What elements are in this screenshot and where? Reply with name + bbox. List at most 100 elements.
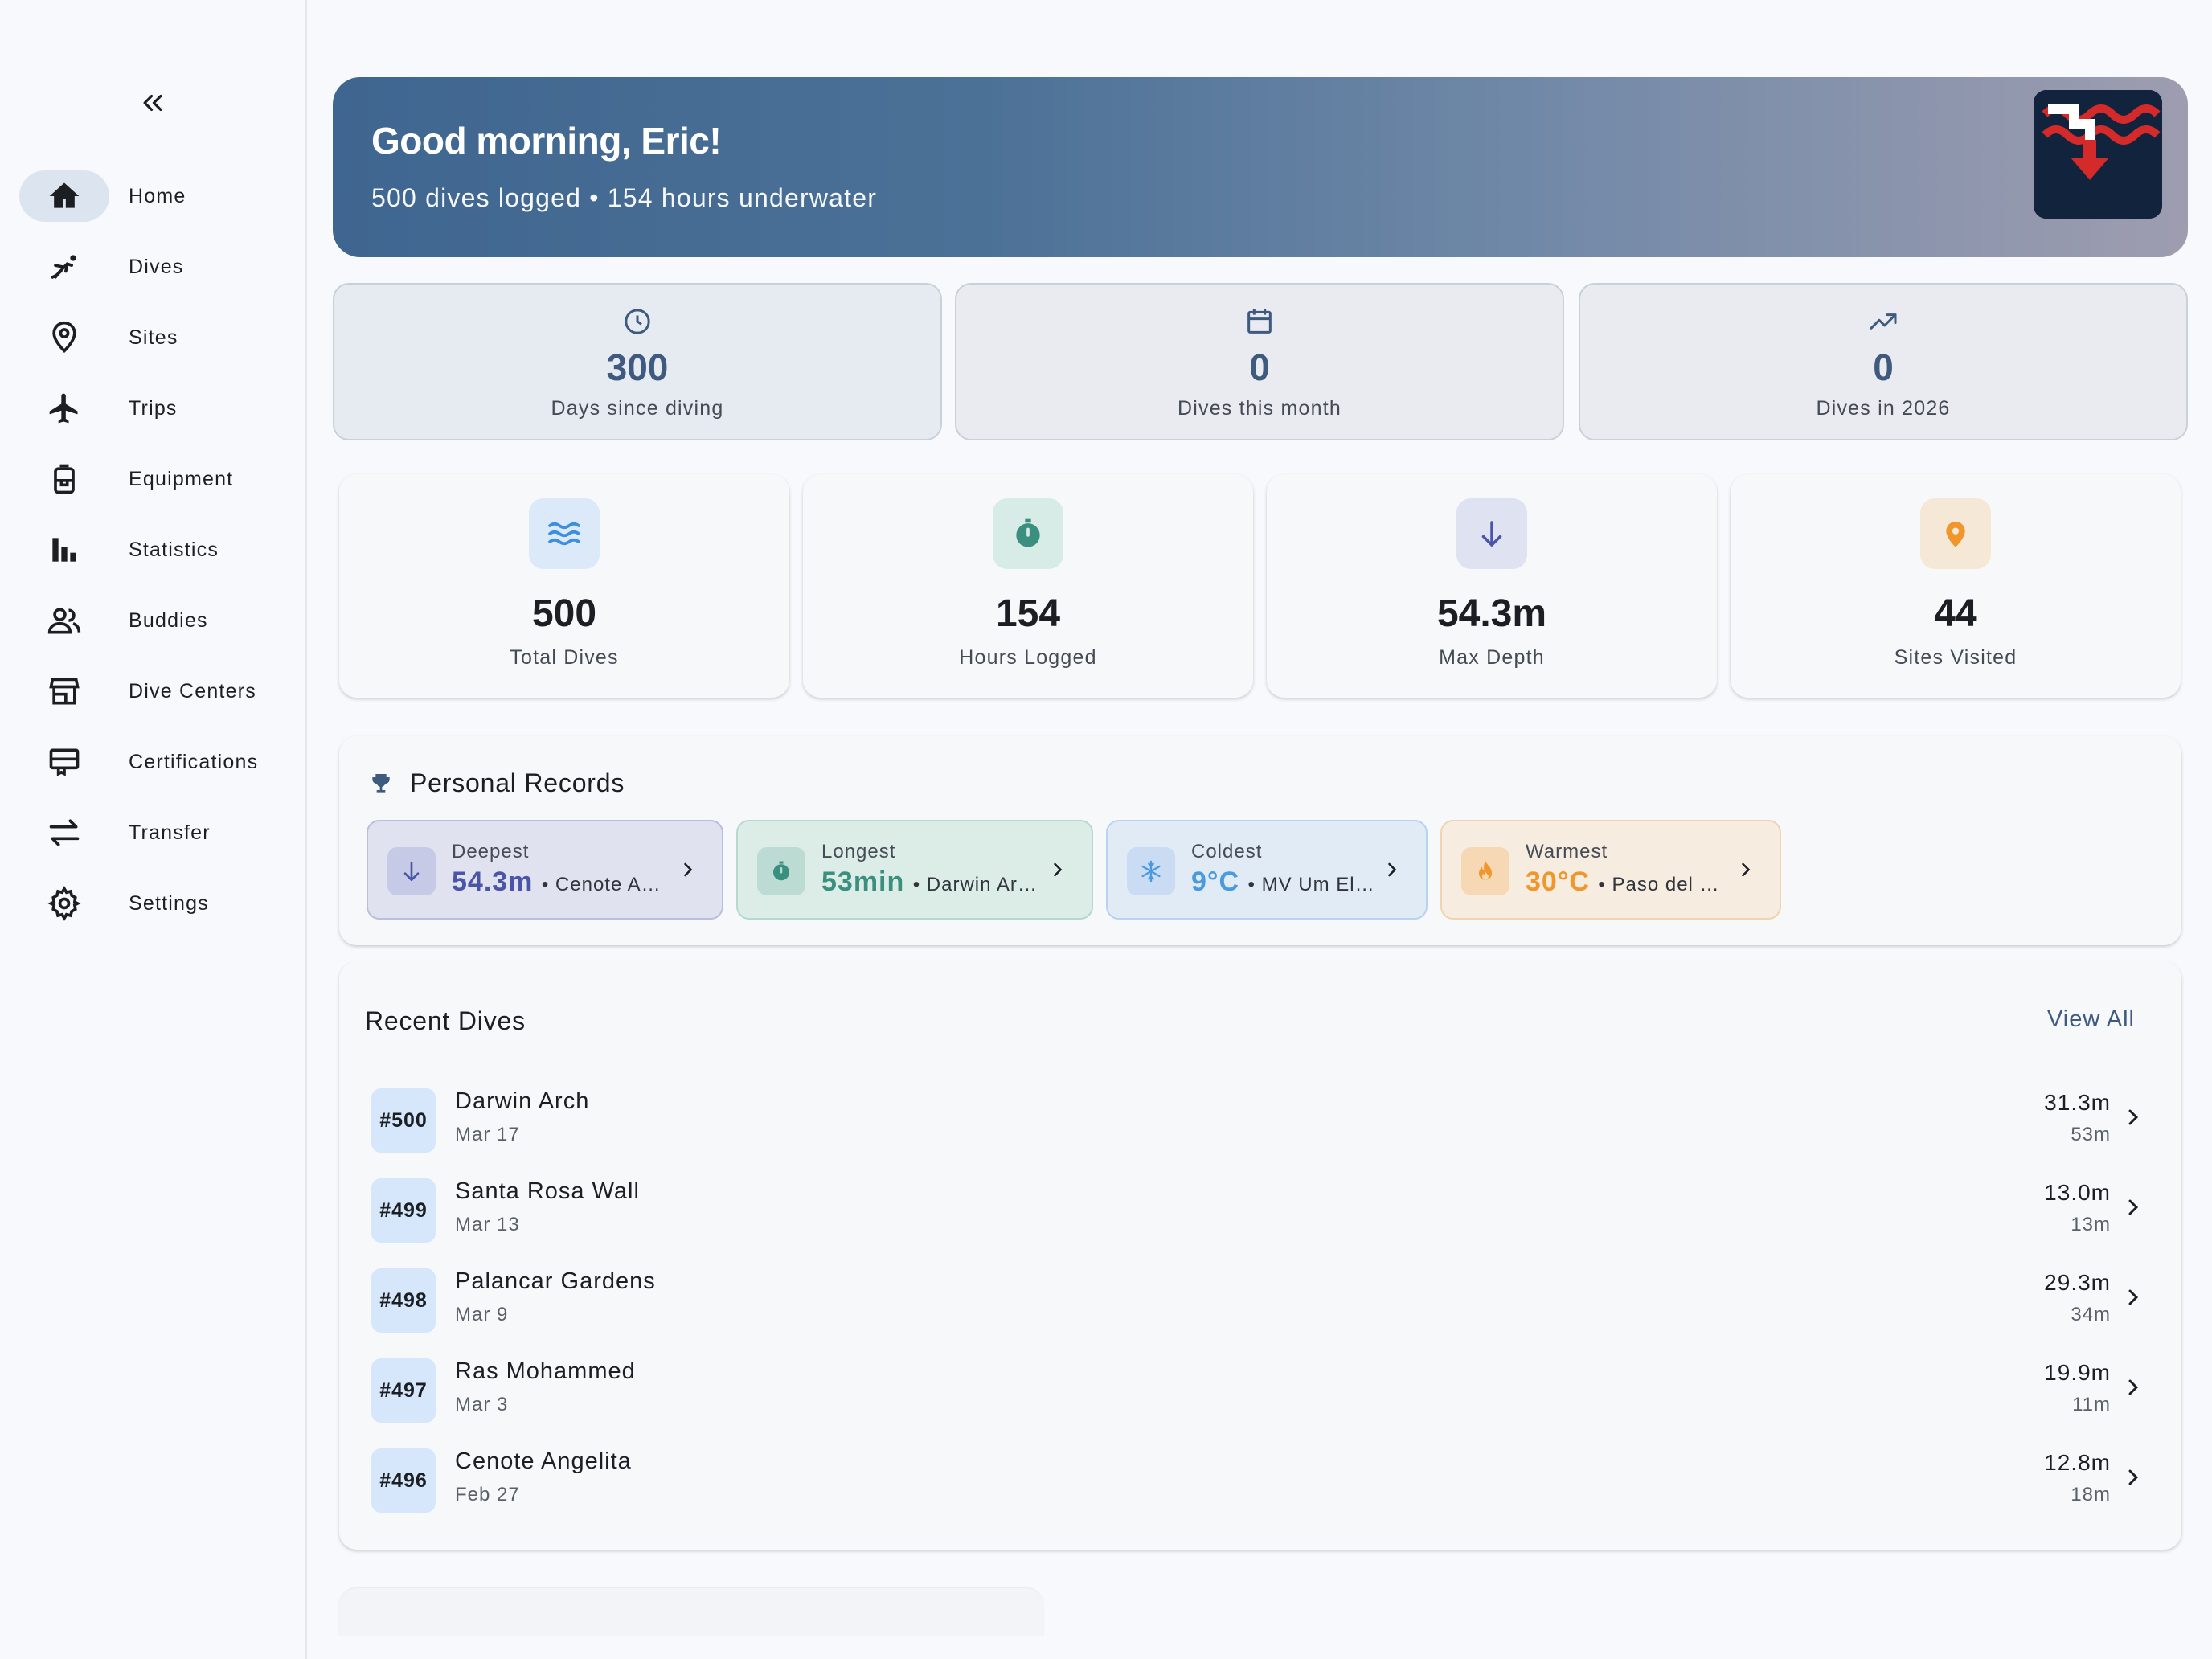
stat-card-days-since: 300 Days since diving bbox=[333, 283, 942, 440]
chevron-right-icon bbox=[1054, 862, 1063, 877]
kpi-value: 154 bbox=[995, 592, 1061, 635]
trending-up-icon bbox=[1870, 313, 1897, 330]
record-site: • MV Um El… bbox=[1247, 874, 1375, 895]
sidebar: Home Dives Sites Trips Equipment Statist… bbox=[0, 0, 307, 1659]
dive-number-badge: #500 bbox=[371, 1088, 436, 1153]
double-chevron-left-icon bbox=[143, 94, 162, 112]
personal-records-card: Personal Records Deepest 54.3m • Cenote … bbox=[339, 736, 2181, 945]
clock-icon bbox=[625, 309, 650, 334]
chevron-right-icon bbox=[1742, 862, 1751, 877]
kpi-sites-visited[interactable]: 44 Sites Visited bbox=[1731, 474, 2181, 698]
dive-duration: 34m bbox=[2071, 1304, 2111, 1325]
dive-duration: 18m bbox=[2071, 1484, 2111, 1505]
collapse-sidebar-button[interactable] bbox=[130, 85, 175, 121]
dive-duration: 13m bbox=[2071, 1214, 2111, 1235]
record-value-line: 53min • Darwin Ar… bbox=[821, 866, 1038, 898]
sidebar-item-equipment[interactable]: Equipment bbox=[0, 444, 305, 514]
stat-label: Dives this month bbox=[1178, 397, 1342, 420]
dive-date: Mar 9 bbox=[455, 1304, 509, 1325]
record-deepest[interactable]: Deepest 54.3m • Cenote A… bbox=[367, 820, 723, 920]
record-coldest[interactable]: Coldest 9°C • MV Um El… bbox=[1106, 820, 1428, 920]
record-value: 54.3m bbox=[452, 866, 534, 897]
swap-icon bbox=[19, 807, 109, 858]
sidebar-item-home[interactable]: Home bbox=[0, 161, 305, 231]
recent-dives-card: Recent Dives View All #500 Darwin Arch M… bbox=[339, 961, 2181, 1550]
sidebar-item-label: Certifications bbox=[129, 750, 259, 773]
dive-site: Palancar Gardens bbox=[455, 1268, 656, 1294]
sidebar-item-dives[interactable]: Dives bbox=[0, 231, 305, 302]
dive-number-badge: #498 bbox=[371, 1268, 436, 1333]
gear-icon bbox=[19, 878, 109, 929]
kpi-value: 44 bbox=[1934, 592, 1977, 635]
people-icon bbox=[19, 595, 109, 646]
view-all-link[interactable]: View All bbox=[2047, 1006, 2135, 1033]
bar-chart-icon bbox=[19, 524, 109, 576]
airplane-icon bbox=[19, 383, 109, 434]
dive-site: Ras Mohammed bbox=[455, 1358, 636, 1384]
sidebar-item-label: Dives bbox=[129, 255, 184, 278]
kpi-label: Sites Visited bbox=[1894, 646, 2017, 669]
record-value-line: 30°C • Paso del … bbox=[1526, 866, 1720, 898]
sidebar-item-statistics[interactable]: Statistics bbox=[0, 514, 305, 585]
dive-date: Feb 27 bbox=[455, 1484, 520, 1505]
dive-duration: 11m bbox=[2072, 1394, 2111, 1415]
sidebar-item-trips[interactable]: Trips bbox=[0, 373, 305, 444]
sidebar-item-certifications[interactable]: Certifications bbox=[0, 727, 305, 797]
stopwatch-icon bbox=[993, 498, 1063, 569]
record-value: 30°C bbox=[1526, 866, 1590, 897]
kpi-label: Total Dives bbox=[510, 646, 619, 669]
record-label: Deepest bbox=[452, 841, 530, 862]
sidebar-item-label: Settings bbox=[129, 891, 209, 915]
stat-card-dives-month: 0 Dives this month bbox=[955, 283, 1564, 440]
dive-number-badge: #499 bbox=[371, 1178, 436, 1243]
dive-row[interactable]: #496 Cenote Angelita Feb 27 12.8m 18m bbox=[339, 1439, 2181, 1529]
stopwatch-icon bbox=[757, 847, 805, 895]
record-warmest[interactable]: Warmest 30°C • Paso del … bbox=[1440, 820, 1781, 920]
record-value: 9°C bbox=[1191, 866, 1240, 897]
kpi-cards: 500 Total Dives 154 Hours Logged 54.3m M… bbox=[339, 474, 2181, 698]
dive-row[interactable]: #499 Santa Rosa Wall Mar 13 13.0m 13m bbox=[339, 1169, 2181, 1259]
record-value: 53min bbox=[821, 866, 905, 897]
record-longest[interactable]: Longest 53min • Darwin Ar… bbox=[736, 820, 1093, 920]
chevron-right-icon bbox=[1388, 862, 1397, 877]
dive-row[interactable]: #497 Ras Mohammed Mar 3 19.9m 11m bbox=[339, 1349, 2181, 1439]
flame-icon bbox=[1461, 847, 1509, 895]
sidebar-item-label: Statistics bbox=[129, 538, 219, 561]
sidebar-item-transfer[interactable]: Transfer bbox=[0, 797, 305, 868]
stat-value: 0 bbox=[1873, 346, 1894, 388]
kpi-max-depth[interactable]: 54.3m Max Depth bbox=[1267, 474, 1717, 698]
dive-site: Cenote Angelita bbox=[455, 1448, 632, 1474]
dive-row[interactable]: #498 Palancar Gardens Mar 9 29.3m 34m bbox=[339, 1259, 2181, 1349]
record-site: • Cenote A… bbox=[541, 874, 662, 895]
kpi-value: 54.3m bbox=[1436, 592, 1547, 635]
dive-row[interactable]: #500 Darwin Arch Mar 17 31.3m 53m bbox=[339, 1079, 2181, 1169]
sidebar-item-buddies[interactable]: Buddies bbox=[0, 585, 305, 656]
dive-site: Darwin Arch bbox=[455, 1088, 590, 1114]
kpi-total-dives[interactable]: 500 Total Dives bbox=[339, 474, 789, 698]
sidebar-item-sites[interactable]: Sites bbox=[0, 302, 305, 373]
stat-value: 300 bbox=[606, 346, 669, 388]
dive-number-badge: #497 bbox=[371, 1358, 436, 1423]
dive-depth: 19.9m bbox=[2044, 1360, 2111, 1385]
snowflake-icon bbox=[1127, 847, 1175, 895]
card-icon bbox=[19, 736, 109, 788]
dive-number-badge: #496 bbox=[371, 1448, 436, 1513]
sidebar-item-label: Transfer bbox=[129, 821, 211, 844]
stat-label: Dives in 2026 bbox=[1816, 397, 1951, 420]
kpi-hours-logged[interactable]: 154 Hours Logged bbox=[803, 474, 1253, 698]
dive-depth: 31.3m bbox=[2044, 1090, 2111, 1115]
dive-site: Santa Rosa Wall bbox=[455, 1178, 640, 1204]
sidebar-item-settings[interactable]: Settings bbox=[0, 868, 305, 939]
sidebar-item-label: Trips bbox=[129, 396, 178, 420]
app-logo bbox=[2034, 90, 2162, 219]
kpi-value: 500 bbox=[531, 592, 597, 635]
stat-value: 0 bbox=[1249, 346, 1270, 388]
sidebar-item-dive-centers[interactable]: Dive Centers bbox=[0, 656, 305, 727]
dive-depth: 12.8m bbox=[2044, 1450, 2111, 1475]
records-title: Personal Records bbox=[410, 768, 625, 797]
dive-depth: 29.3m bbox=[2044, 1270, 2111, 1295]
chevron-right-icon bbox=[2128, 1289, 2139, 1305]
recent-dives-list: #500 Darwin Arch Mar 17 31.3m 53m #499 S… bbox=[339, 1079, 2181, 1529]
chevron-right-icon bbox=[2128, 1379, 2139, 1395]
record-label: Warmest bbox=[1526, 841, 1608, 862]
